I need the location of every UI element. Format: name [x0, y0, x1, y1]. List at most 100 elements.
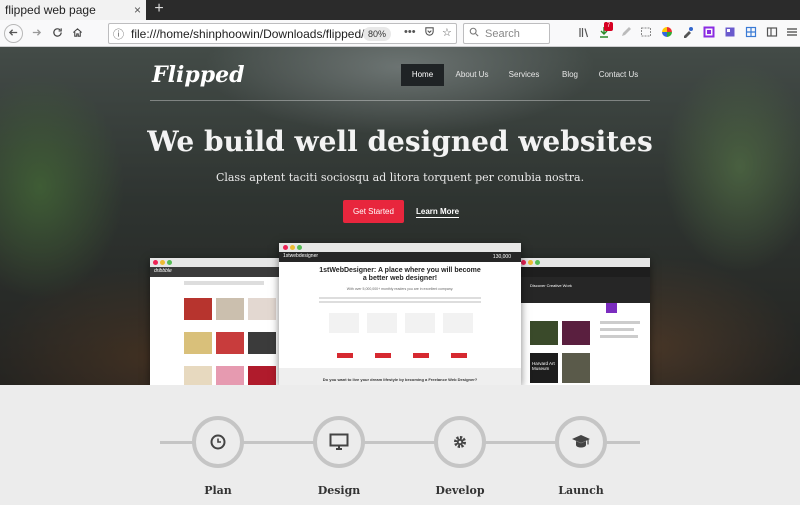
- preview-title: 1stWebDesigner: A place where you will b…: [319, 267, 481, 282]
- preview-text-line: [319, 297, 481, 299]
- extension-purple-icon[interactable]: [702, 26, 716, 40]
- preview-header: 1stwebdesigner 130,000: [279, 252, 521, 262]
- step-plan[interactable]: [192, 416, 244, 468]
- menu-contact-us[interactable]: Contact Us: [595, 64, 642, 86]
- preview-banner: [184, 281, 264, 285]
- preview-tile-label: Harvard Art Museum: [532, 361, 555, 371]
- preview-thumb: [562, 321, 590, 345]
- download-icon[interactable]: 7: [597, 22, 613, 40]
- pocket-icon[interactable]: [424, 26, 435, 40]
- preview-thumb: [562, 353, 590, 383]
- minimize-dot: [160, 260, 165, 265]
- color-wheel-icon[interactable]: [660, 26, 674, 40]
- preview-mini-button: [375, 353, 391, 358]
- header-divider: [150, 100, 650, 101]
- minimize-dot: [290, 245, 295, 250]
- step-design[interactable]: [313, 416, 365, 468]
- preview-thumb: [184, 332, 212, 354]
- bookmark-star-icon[interactable]: ☆: [442, 26, 452, 39]
- step-label-launch: Launch: [558, 484, 604, 497]
- forward-arrow-icon: [32, 29, 41, 36]
- address-bar[interactable]: ⓘ file:///home/shinphoowin/Downloads/fli…: [108, 23, 457, 44]
- monitor-icon: [317, 420, 361, 464]
- url-text[interactable]: file:///home/shinphoowin/Downloads/flipp…: [131, 27, 443, 41]
- reload-button[interactable]: [47, 24, 67, 44]
- search-placeholder: Search: [485, 28, 520, 40]
- preview-subtitle: With over 5,000,000+ monthly readers you…: [346, 287, 454, 291]
- eyedropper-icon[interactable]: [681, 26, 695, 40]
- back-arrow-icon: [8, 29, 18, 36]
- home-button[interactable]: [67, 24, 87, 44]
- home-icon: [72, 28, 82, 37]
- menu-home[interactable]: Home: [401, 64, 444, 86]
- search-box[interactable]: Search: [463, 23, 550, 44]
- preview-feature: [443, 313, 473, 333]
- forward-button[interactable]: [26, 24, 46, 44]
- preview-logo: dribbble: [154, 268, 172, 274]
- preview-mini-button: [451, 353, 467, 358]
- sidebar-icon[interactable]: [765, 26, 779, 40]
- preview-header: dribbble: [150, 267, 282, 277]
- preview-thumb: [248, 366, 276, 385]
- screenshot-icon[interactable]: [639, 26, 653, 40]
- learn-more-link[interactable]: Learn More: [416, 207, 460, 218]
- preview-text-line: [600, 335, 638, 338]
- get-started-button[interactable]: Get Started: [343, 200, 404, 223]
- minimize-dot: [528, 260, 533, 265]
- tab-title: flipped web page: [5, 3, 96, 17]
- maximize-dot: [535, 260, 540, 265]
- preview-logo: 1stwebdesigner: [283, 253, 319, 259]
- gear-icon: [438, 420, 482, 464]
- hamburger-menu-icon[interactable]: [786, 26, 798, 40]
- preview-window-bar: [150, 258, 282, 267]
- grid-extension-icon[interactable]: [744, 26, 758, 40]
- preview-window-bar: [279, 243, 521, 252]
- preview-thumb: [248, 298, 276, 320]
- menu-about-us[interactable]: About Us: [452, 64, 492, 86]
- preview-feature: [367, 313, 397, 333]
- center-website-preview: 1stwebdesigner 130,000 1stWebDesigner: A…: [279, 243, 521, 385]
- pen-icon[interactable]: [619, 26, 633, 40]
- notification-badge: 7: [604, 22, 613, 31]
- step-label-plan: Plan: [204, 484, 232, 497]
- preview-thumb: [216, 332, 244, 354]
- hero-section: Flipped Home About Us Services Blog Cont…: [0, 47, 800, 385]
- preview-count: 130,000: [492, 254, 511, 260]
- hero-subheadline: Class aptent taciti sociosqu ad litora t…: [215, 171, 585, 184]
- tab-bar: flipped web page × +: [0, 0, 800, 20]
- tab-flipped[interactable]: flipped web page ×: [0, 0, 146, 20]
- preview-window-bar: [518, 258, 650, 267]
- left-website-preview: dribbble: [150, 258, 282, 385]
- extension-square-icon[interactable]: [723, 26, 737, 40]
- page-actions-icon[interactable]: •••: [404, 26, 416, 38]
- maximize-dot: [297, 245, 302, 250]
- info-icon[interactable]: ⓘ: [113, 26, 124, 42]
- process-section: Plan Design Develop Launch: [0, 385, 800, 505]
- right-website-preview: Discover Creative Work Harvard Art Museu…: [518, 258, 650, 385]
- navigation-bar: ⓘ file:///home/shinphoowin/Downloads/fli…: [0, 20, 800, 47]
- site-logo[interactable]: Flipped: [152, 62, 244, 88]
- close-dot: [521, 260, 526, 265]
- clock-icon: [196, 420, 240, 464]
- preview-feature: [329, 313, 359, 333]
- preview-thumb: [184, 366, 212, 385]
- hero-headline: We build well designed websites: [147, 125, 653, 158]
- preview-header: [518, 267, 650, 277]
- preview-thumb: [184, 298, 212, 320]
- close-tab-icon[interactable]: ×: [134, 0, 141, 20]
- preview-text-line: [319, 301, 481, 303]
- zoom-level[interactable]: 80%: [363, 27, 392, 41]
- preview-mini-button: [337, 353, 353, 358]
- step-launch[interactable]: [555, 416, 607, 468]
- preview-thumb: [216, 298, 244, 320]
- step-develop[interactable]: [434, 416, 486, 468]
- back-button[interactable]: [4, 24, 23, 43]
- menu-blog[interactable]: Blog: [556, 64, 584, 86]
- step-label-develop: Develop: [435, 484, 485, 497]
- preview-banner: Discover Creative Work: [518, 277, 650, 303]
- new-tab-button[interactable]: +: [150, 0, 168, 20]
- library-icon[interactable]: [577, 26, 591, 40]
- search-icon: [469, 27, 479, 40]
- preview-tile: Harvard Art Museum: [530, 353, 558, 383]
- menu-services[interactable]: Services: [503, 64, 545, 86]
